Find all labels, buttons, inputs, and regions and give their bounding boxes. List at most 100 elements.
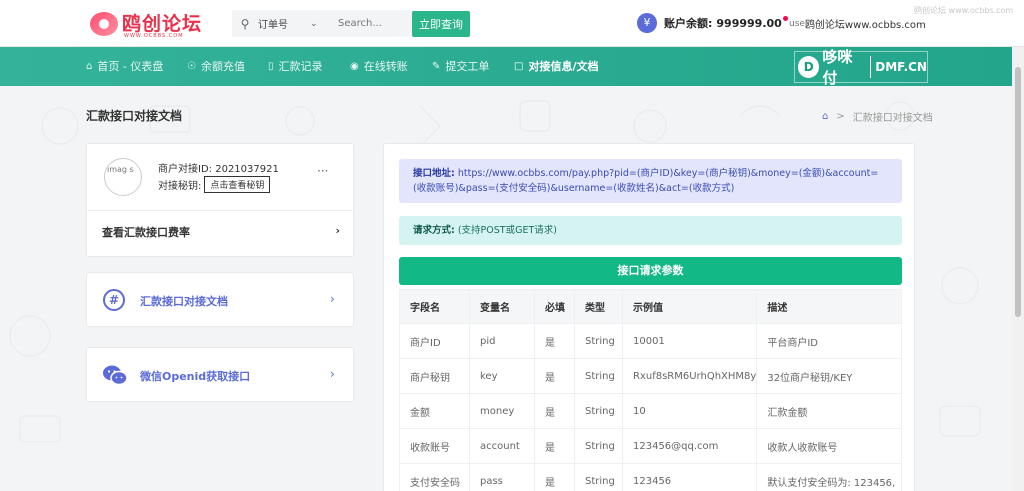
request-method-label: 请求方式: (413, 225, 455, 236)
doc-link-card[interactable]: # 汇款接口对接文档 › (86, 272, 354, 327)
search-type-select[interactable]: 订单号 (258, 16, 310, 31)
column-header: 变量名 (469, 289, 535, 324)
view-secret-button[interactable]: 点击查看秘钥 (204, 176, 271, 193)
logo-icon (90, 12, 118, 36)
chevron-right-icon: › (330, 292, 335, 306)
table-cell: 是 (534, 428, 575, 464)
balance-label: 账户余额: (664, 17, 713, 30)
more-options-icon[interactable]: ··· (317, 164, 328, 178)
table-cell: 是 (534, 463, 575, 491)
breadcrumb-home-icon[interactable]: ⌂ (822, 111, 828, 122)
table-cell: 收款人收款账号 (756, 428, 902, 464)
table-cell: money (469, 393, 535, 429)
table-cell: 商户秘钥 (399, 358, 470, 394)
table-cell: String (574, 463, 623, 491)
column-header: 必填 (534, 289, 575, 324)
table-cell: 是 (534, 358, 575, 394)
home-icon: ⌂ (86, 61, 93, 72)
merchant-avatar: imag s (104, 158, 142, 196)
recharge-icon: ☉ (187, 61, 196, 72)
logo-text: 鸥创论坛 (122, 13, 203, 35)
brand-logo-icon: D (798, 56, 820, 78)
merchant-secret-line: 对接秘钥: 点击查看秘钥 (158, 176, 271, 193)
param-section-header: 接口请求参数 (399, 257, 902, 285)
fee-rate-label: 查看汇款接口费率 (102, 226, 190, 239)
nav-item-transfer[interactable]: ◉ 在线转账 (350, 47, 408, 86)
nav-item-docs[interactable]: □ 对接信息/文档 (514, 47, 598, 86)
request-method-box: 请求方式: (支持POST或GET请求) (399, 216, 902, 245)
notification-dot (782, 16, 788, 21)
table-cell: 是 (534, 323, 575, 359)
merchant-id-label: 商户对接ID: (158, 164, 213, 175)
nav-item-records[interactable]: ▯ 汇款记录 (268, 47, 323, 86)
chevron-right-icon: › (335, 224, 340, 237)
nav-item-dashboard[interactable]: ⌂ 首页 - 仪表盘 (86, 47, 163, 86)
table-cell: 10 (621, 393, 758, 429)
table-cell: 是 (534, 393, 575, 429)
doc-icon: □ (514, 61, 524, 72)
breadcrumb: ⌂ > 汇款接口对接文档 (822, 109, 933, 124)
watermark: 鸥创论坛 www.ocbbs.com (914, 6, 1014, 15)
nav-item-recharge[interactable]: ☉ 余额充值 (187, 47, 245, 86)
table-row: 收款账号 account 是 String 123456@qq.com 收款人收… (399, 428, 902, 464)
column-header: 描述 (756, 289, 902, 324)
divider (87, 210, 353, 211)
table-row: 商户ID pid 是 String 10001 平台商户ID (399, 323, 902, 359)
user-menu[interactable]: use 鸥创论坛www.ocbbs.com (789, 16, 926, 32)
nav-label: 首页 - 仪表盘 (97, 60, 164, 73)
table-cell: key (469, 358, 535, 394)
nav-label: 汇款记录 (278, 60, 323, 73)
table-cell: pid (469, 323, 535, 359)
account-balance: ¥ 账户余额: 999999.00 (637, 13, 788, 33)
param-table: 字段名 变量名 必填 类型 示例值 描述 商户ID pid 是 String 1… (399, 289, 902, 491)
search-input[interactable] (338, 18, 408, 29)
nav-label: 在线转账 (363, 60, 408, 73)
table-cell: account (469, 428, 535, 464)
brand-domain: DMF.CN (875, 60, 927, 74)
table-cell: String (574, 358, 623, 394)
fee-rate-link[interactable]: 查看汇款接口费率 › (102, 224, 340, 240)
nav-item-ticket[interactable]: ✎ 提交工单 (432, 47, 489, 86)
openid-link-card[interactable]: 微信Openid获取接口 › (86, 347, 354, 402)
doc-link-label: 汇款接口对接文档 (140, 295, 228, 308)
wechat-icon (103, 365, 128, 386)
table-row: 金额 money 是 String 10 汇款金额 (399, 393, 902, 429)
scroll-thumb[interactable] (1015, 67, 1021, 317)
table-cell: 10001 (621, 323, 758, 359)
site-logo[interactable]: 鸥创论坛 WWW.OCBBS.COM (90, 9, 202, 39)
partner-brand: D 哆咪付 DMF.CN (794, 48, 928, 87)
user-name: 鸥创论坛www.ocbbs.com (804, 20, 926, 31)
chart-icon: ▯ (268, 61, 274, 72)
merchant-id-value: 2021037921 (215, 164, 279, 175)
merchant-secret-label: 对接秘钥: (158, 181, 202, 192)
transfer-icon: ◉ (350, 61, 359, 72)
brand-divider (870, 56, 872, 78)
page-title: 汇款接口对接文档 (86, 109, 183, 123)
search-button[interactable]: 立即查询 (412, 11, 470, 37)
openid-link-label: 微信Openid获取接口 (140, 370, 251, 383)
chevron-right-icon: › (330, 367, 335, 381)
table-cell: Rxuf8sRM6UrhQhXHM8y (621, 358, 758, 394)
chevron-down-icon[interactable]: ⌄ (310, 19, 338, 29)
merchant-card: imag s 商户对接ID: 2021037921 对接秘钥: 点击查看秘钥 ·… (86, 143, 354, 257)
table-cell: 金额 (399, 393, 470, 429)
nav-label: 对接信息/文档 (528, 60, 599, 73)
table-cell: pass (469, 463, 535, 491)
table-cell: 123456 (621, 463, 758, 491)
table-cell: String (574, 393, 623, 429)
nav-label: 提交工单 (445, 60, 490, 73)
user-avatar: use (789, 18, 805, 29)
table-header-row: 字段名 变量名 必填 类型 示例值 描述 (399, 289, 902, 324)
yen-icon: ¥ (637, 13, 657, 33)
table-cell: 商户ID (399, 323, 470, 359)
page-scrollbar[interactable] (1012, 47, 1024, 491)
table-row: 支付安全码 pass 是 String 123456 默认支付安全码为: 123… (399, 463, 902, 491)
breadcrumb-current: 汇款接口对接文档 (852, 113, 933, 124)
table-cell: 123456@qq.com (621, 428, 758, 464)
api-address-label: 接口地址: (413, 168, 455, 179)
search-box: ⚲ 订单号 ⌄ (232, 10, 412, 37)
table-cell: 支付安全码 (399, 463, 470, 491)
table-cell: 汇款金额 (756, 393, 902, 429)
balance-value: 999999.00 (716, 16, 782, 30)
merchant-id-line: 商户对接ID: 2021037921 (158, 160, 279, 175)
